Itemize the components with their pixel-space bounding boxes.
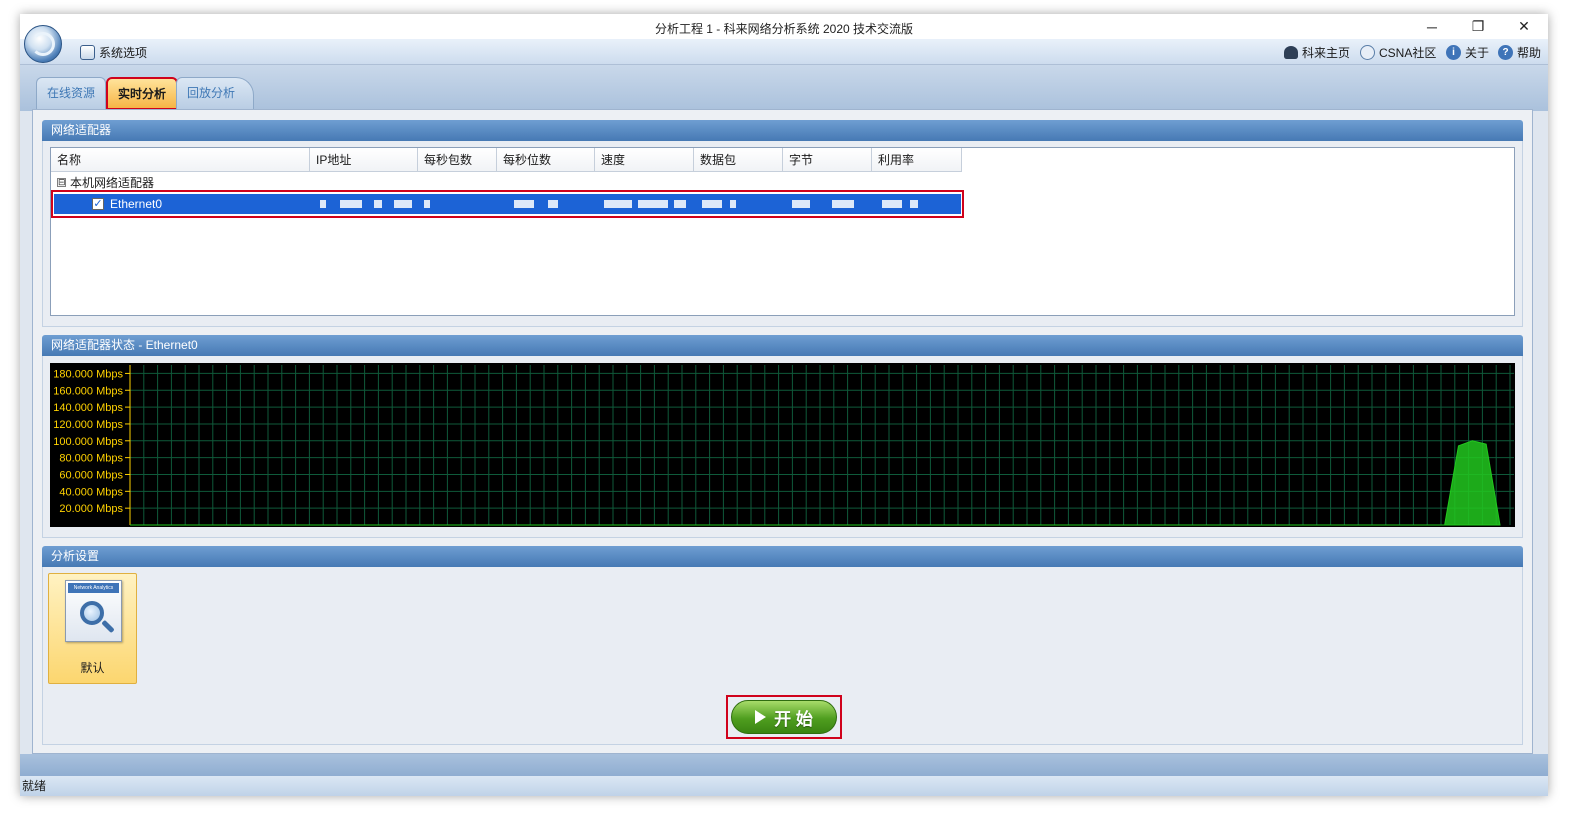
redacted-value [424, 200, 430, 208]
chart-y-tick-label-7: 40.000 Mbps [59, 486, 123, 498]
title-bar: 分析工程 1 - 科来网络分析系统 2020 技术交流版 ─ ❐ ✕ [20, 14, 1548, 39]
help-icon: ? [1498, 44, 1513, 60]
network-analytics-icon: Network Analytics [65, 580, 122, 642]
redacted-value [730, 200, 736, 208]
column-bytes[interactable]: 字节 [783, 148, 872, 172]
adapter-name-cell: ✓ Ethernet0 [92, 194, 162, 214]
about-link[interactable]: i 关于 [1446, 43, 1489, 61]
redacted-value [320, 200, 326, 208]
adapters-section: 名称 IP地址 每秒包数 每秒位数 速度 数据包 字节 利用率 ⊟ 本机网络适配… [42, 141, 1523, 327]
profile-default-label: 默认 [80, 661, 105, 675]
redacted-value [910, 200, 918, 208]
start-button-label: 开 始 [774, 709, 813, 729]
column-ip[interactable]: IP地址 [310, 148, 418, 172]
start-button[interactable]: 开 始 [731, 700, 837, 734]
minimize-button[interactable]: ─ [1410, 14, 1454, 39]
column-bits-per-second[interactable]: 每秒位数 [497, 148, 595, 172]
redacted-value [702, 200, 722, 208]
column-packets-per-second[interactable]: 每秒包数 [418, 148, 497, 172]
column-name[interactable]: 名称 [51, 148, 310, 172]
system-options-label: 系统选项 [99, 45, 148, 60]
adapter-name: Ethernet0 [110, 197, 163, 211]
status-bar: 就绪 [20, 776, 1548, 796]
about-link-label: 关于 [1465, 45, 1490, 60]
redacted-value [638, 200, 668, 208]
tab-strip: 在线资源 实时分析 回放分析 [20, 65, 1548, 111]
status-text: 就绪 [22, 779, 47, 793]
chart-series-area [130, 440, 1501, 526]
tab-realtime-analysis[interactable]: 实时分析 [106, 77, 179, 110]
redacted-value [548, 200, 558, 208]
menu-bar: 系统选项 科来主页 CSNA社区 i 关于 ? 帮助 [20, 39, 1548, 65]
bottom-band [20, 754, 1548, 776]
community-link-label: CSNA社区 [1379, 45, 1437, 60]
collapse-icon[interactable]: ⊟ [57, 177, 66, 187]
restore-button[interactable]: ❐ [1456, 14, 1500, 39]
redacted-value [394, 200, 412, 208]
redacted-value [674, 200, 686, 208]
chart-y-tick-label-8: 20.000 Mbps [59, 503, 123, 515]
traffic-chart-svg: 180.000 Mbps 160.000 Mbps 140.000 Mbps 120.… [53, 365, 1514, 526]
play-icon [755, 710, 767, 724]
tab-online-resources[interactable]: 在线资源 [36, 77, 107, 109]
adapter-checkbox[interactable]: ✓ [92, 198, 104, 210]
home-link[interactable]: 科来主页 [1284, 43, 1350, 61]
network-analytics-icon-caption: Network Analytics [68, 583, 119, 593]
info-icon: i [1446, 44, 1461, 60]
column-utilization[interactable]: 利用率 [872, 148, 962, 172]
redacted-value [340, 200, 362, 208]
chart-y-tick-label-2: 140.000 Mbps [53, 402, 123, 414]
redacted-value [514, 200, 534, 208]
adapter-group-label: 本机网络适配器 [70, 175, 155, 190]
chart-y-tick-label-1: 160.000 Mbps [53, 385, 123, 397]
chart-y-tick-label-3: 120.000 Mbps [53, 419, 123, 431]
close-button[interactable]: ✕ [1502, 14, 1546, 39]
chart-y-tick-label-6: 60.000 Mbps [59, 469, 123, 481]
redacted-value [792, 200, 810, 208]
start-button-highlight: 开 始 [726, 695, 842, 739]
adapter-grid: 名称 IP地址 每秒包数 每秒位数 速度 数据包 字节 利用率 ⊟ 本机网络适配… [50, 147, 1515, 316]
column-speed[interactable]: 速度 [595, 148, 694, 172]
chart-y-tick-label-4: 100.000 Mbps [53, 436, 123, 448]
status-section-title: 网络适配器状态 - Ethernet0 [42, 335, 1523, 356]
chart-y-tick-label-5: 80.000 Mbps [59, 453, 123, 465]
settings-window-icon [80, 44, 95, 60]
home-link-label: 科来主页 [1302, 45, 1351, 60]
app-logo-icon [31, 32, 55, 56]
adapter-row-ethernet0[interactable]: ✓ Ethernet0 [51, 190, 964, 218]
help-link-label: 帮助 [1517, 45, 1542, 60]
adapter-row-highlight: ✓ Ethernet0 [54, 194, 961, 214]
redacted-value [832, 200, 854, 208]
magnifier-handle [101, 619, 115, 634]
traffic-chart: 180.000 Mbps 160.000 Mbps 140.000 Mbps 120.… [50, 363, 1515, 527]
home-logo-icon [1284, 45, 1298, 59]
magnifier-icon [80, 601, 104, 625]
adapter-group-row[interactable]: ⊟ 本机网络适配器 [51, 174, 154, 190]
system-options-button[interactable]: 系统选项 [80, 43, 147, 61]
window-title: 分析工程 1 - 科来网络分析系统 2020 技术交流版 [654, 22, 914, 36]
tab-replay-analysis[interactable]: 回放分析 [176, 77, 254, 109]
redacted-value [604, 200, 632, 208]
community-link[interactable]: CSNA社区 [1360, 43, 1436, 61]
grid-header: 名称 IP地址 每秒包数 每秒位数 速度 数据包 字节 利用率 [51, 148, 962, 172]
app-menu-button[interactable] [24, 25, 62, 63]
help-link[interactable]: ? 帮助 [1498, 43, 1541, 61]
redacted-value [882, 200, 902, 208]
redacted-value [374, 200, 382, 208]
status-section: 180.000 Mbps 160.000 Mbps 140.000 Mbps 120.… [42, 356, 1523, 538]
main-panel: 网络适配器 名称 IP地址 每秒包数 每秒位数 速度 数据包 字节 利用率 ⊟ … [32, 109, 1533, 754]
column-packets[interactable]: 数据包 [694, 148, 783, 172]
settings-section-title: 分析设置 [42, 546, 1523, 567]
app-window: 分析工程 1 - 科来网络分析系统 2020 技术交流版 ─ ❐ ✕ 系统选项 … [20, 14, 1548, 796]
community-icon [1360, 44, 1375, 60]
adapters-section-title: 网络适配器 [42, 120, 1523, 141]
chart-y-tick-label-0: 180.000 Mbps [53, 368, 123, 380]
profile-default-card[interactable]: Network Analytics 默认 [48, 573, 137, 684]
